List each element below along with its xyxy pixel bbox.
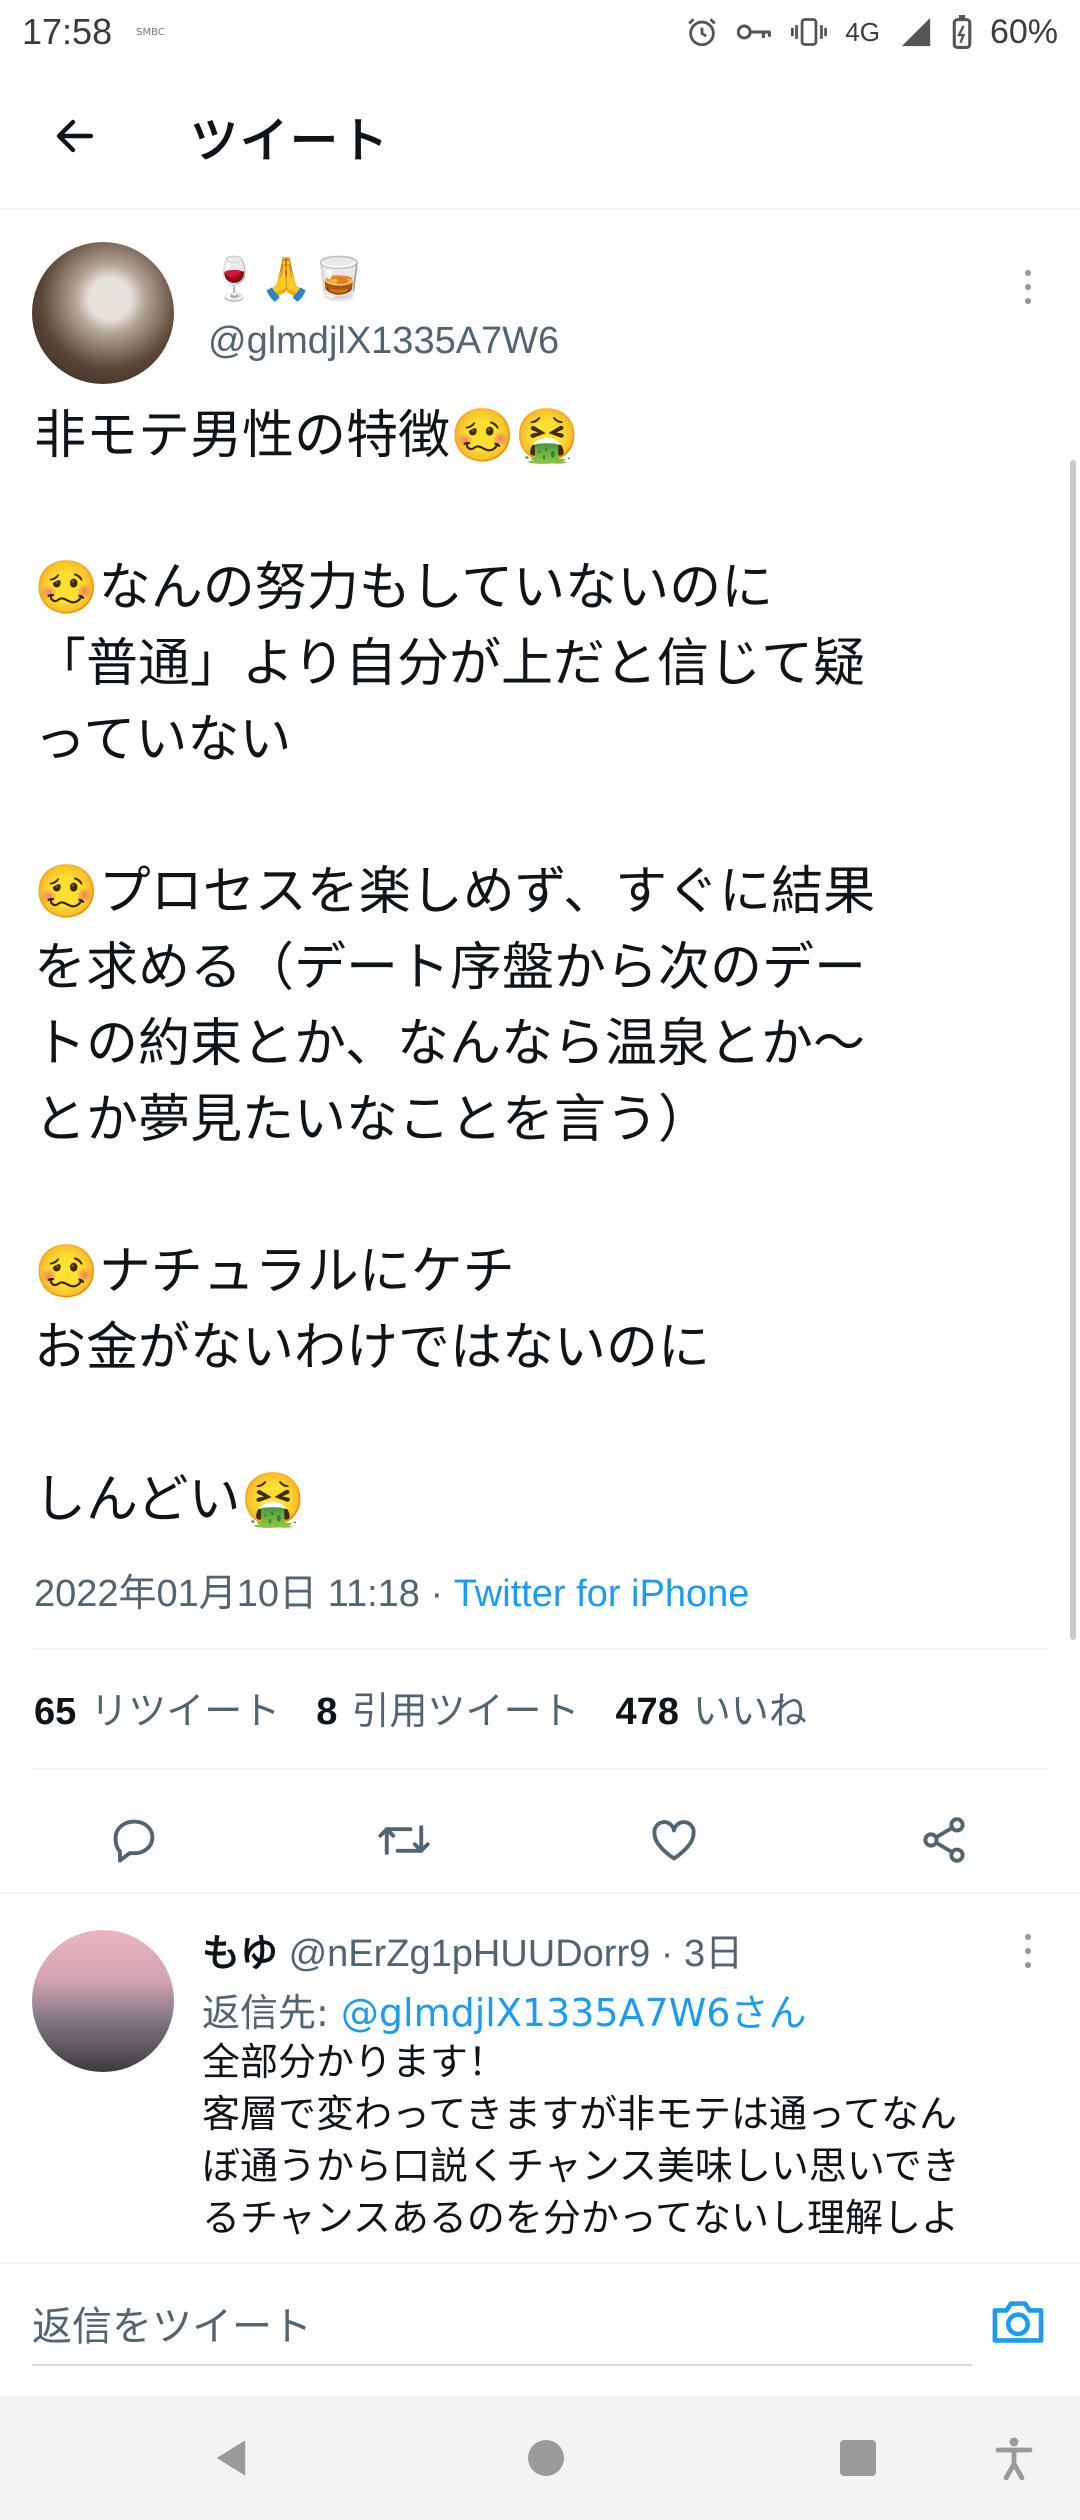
carrier-label: SMBC [136, 26, 165, 38]
reply-tweet[interactable]: もゆ @nErZg1pHUUDorr9 · 3日 返信先: @glmdjlX13… [0, 1896, 1080, 2260]
triangle-back-icon [216, 2440, 246, 2476]
square-recents-icon [840, 2440, 876, 2476]
tweet-meta: 2022年01月10日 11:18 · Twitter for iPhone [34, 1562, 749, 1617]
accessibility-button[interactable] [986, 2430, 1042, 2486]
accessibility-icon [995, 2437, 1033, 2480]
tweet-stats: 65 リツイート 8 引用ツイート 478 いいね [34, 1680, 807, 1735]
system-nav-bar [0, 2396, 1080, 2520]
reply-avatar[interactable] [32, 1930, 174, 2072]
reply-button[interactable] [94, 1800, 174, 1880]
tweet-text: 非モテ男性の特徴🥴🤮 🥴なんの努力もしていないのに 「普通」より自分が上だと信じ… [34, 406, 876, 1530]
reply-text: 全部分かります！ 客層で変わってきますが非モテは通ってなん ぼ通うから口説くチャ… [202, 2040, 960, 2240]
retweet-button[interactable] [364, 1800, 444, 1880]
retweet-icon [378, 1825, 430, 1855]
tweet-author: 🍷🙏🥃 @glmdjlX1335A7W6 [32, 240, 1048, 390]
camera-button[interactable] [988, 2294, 1048, 2354]
dot [1025, 1948, 1031, 1954]
divider [0, 1892, 1080, 1894]
likes-label: いいね [692, 1689, 807, 1733]
arrow-left-icon [56, 119, 94, 153]
status-bar: 17:58 SMBC 4G 60% [0, 0, 1080, 64]
battery-percent: 60% [989, 12, 1058, 51]
divider [32, 1648, 1048, 1650]
reply-to-label: 返信先: [202, 1991, 341, 2035]
quotes-stat[interactable]: 8 引用ツイート [316, 1680, 579, 1735]
dot [1025, 284, 1031, 290]
reply-age: 3日 [684, 1933, 744, 1975]
reply-header: もゆ @nErZg1pHUUDorr9 · 3日 [202, 1922, 743, 1977]
reply-icon [113, 1819, 155, 1863]
share-button[interactable] [904, 1800, 984, 1880]
dot [1025, 270, 1031, 276]
retweets-stat[interactable]: 65 リツイート [34, 1680, 280, 1735]
share-icon [923, 1817, 965, 1863]
reply-more-options-button[interactable] [1008, 1926, 1048, 1976]
network-type: 4G [845, 16, 880, 47]
author-handle[interactable]: @glmdjlX1335A7W6 [208, 320, 559, 363]
scrollbar[interactable] [1070, 460, 1076, 1640]
retweets-label: リツイート [90, 1689, 281, 1733]
vibrate-icon [791, 18, 828, 46]
tweet-actions [0, 1790, 1080, 1890]
status-time: 17:58 [22, 11, 113, 52]
nav-home-button[interactable] [518, 2430, 574, 2486]
quotes-count: 8 [316, 1691, 338, 1733]
meta-separator: · [419, 1573, 454, 1615]
heart-icon [652, 1820, 696, 1861]
reply-compose-bar: 返信をツイート [0, 2262, 1080, 2382]
dot [1025, 298, 1031, 304]
status-icons: 4G 60% [685, 13, 1058, 52]
camera-icon [992, 2301, 1044, 2343]
like-button[interactable] [634, 1800, 714, 1880]
nav-back-button[interactable] [204, 2430, 260, 2486]
signal-icon [901, 17, 931, 47]
circle-home-icon [528, 2440, 564, 2476]
reply-to: 返信先: @glmdjlX1335A7W6さん [202, 1982, 806, 2037]
dot [1025, 1934, 1031, 1940]
back-button[interactable] [0, 63, 150, 209]
dot [1025, 1962, 1031, 1968]
author-display-name[interactable]: 🍷🙏🥃 [208, 254, 365, 304]
quotes-label: 引用ツイート [351, 1689, 580, 1733]
reply-input[interactable]: 返信をツイート [32, 2282, 972, 2366]
reply-author-handle[interactable]: @nErZg1pHUUDorr9 [289, 1933, 651, 1975]
reply-author-name[interactable]: もゆ [202, 1931, 278, 1975]
divider [32, 1768, 1048, 1770]
key-icon [737, 24, 772, 40]
app-header: ツイート [0, 64, 1080, 210]
reply-to-mention[interactable]: @glmdjlX1335A7W6さん [341, 1991, 807, 2035]
nav-recents-button[interactable] [830, 2430, 886, 2486]
reply-separator: · [650, 1933, 685, 1975]
likes-count: 478 [615, 1691, 679, 1733]
likes-stat[interactable]: 478 いいね [615, 1680, 806, 1735]
retweets-count: 65 [34, 1691, 77, 1733]
page-title: ツイート [190, 113, 391, 169]
tweet-timestamp: 2022年01月10日 11:18 [34, 1573, 420, 1615]
alarm-icon [688, 18, 717, 47]
more-options-button[interactable] [1008, 262, 1048, 312]
avatar[interactable] [32, 242, 174, 384]
tweet-source-link[interactable]: Twitter for iPhone [454, 1573, 750, 1615]
battery-icon [952, 15, 972, 49]
